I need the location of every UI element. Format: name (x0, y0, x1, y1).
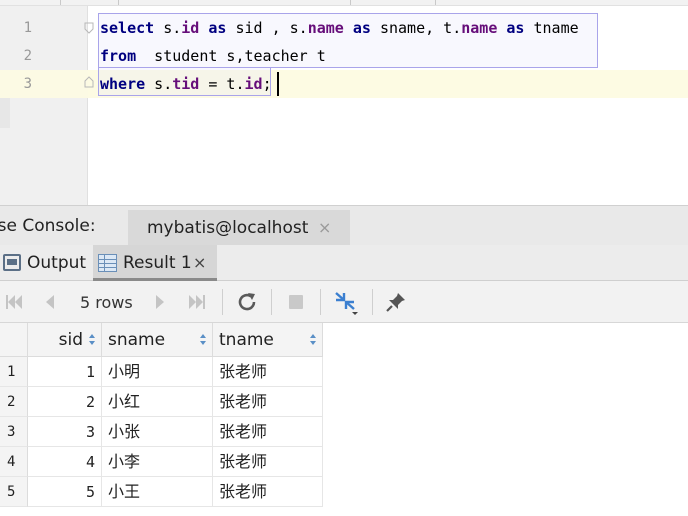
cell-sid[interactable]: 2 (28, 387, 102, 417)
console-tab-title: mybatis@localhost (147, 218, 309, 238)
fold-marker-icon[interactable] (84, 22, 94, 34)
toolbar-separator (222, 289, 223, 315)
results-toolbar: 5 rows (0, 281, 688, 323)
sql-field: id (244, 75, 263, 93)
sql-field: tid (172, 75, 200, 93)
cell-sid[interactable]: 1 (28, 357, 102, 387)
sort-icon[interactable] (89, 334, 96, 346)
next-page-icon[interactable] (148, 290, 172, 314)
code-line[interactable]: where s.tid = t.id; (100, 70, 272, 98)
sql-text: = t. (199, 75, 245, 93)
column-header-label: tname (219, 330, 274, 350)
sql-text: student s,teacher t (136, 47, 326, 65)
tab-result-label: Result 1 (123, 253, 192, 273)
tab-output-label: Output (27, 253, 87, 273)
cell-tname[interactable]: 张老师 (213, 447, 323, 477)
cell-tname[interactable]: 张老师 (213, 417, 323, 447)
table-grid-icon (98, 254, 117, 272)
sql-text: s. (154, 19, 182, 37)
sql-text: s. (145, 75, 173, 93)
row-number[interactable]: 2 (0, 387, 28, 417)
cell-sid[interactable]: 4 (28, 447, 102, 477)
row-number[interactable]: 5 (0, 477, 28, 507)
database-console-bar: abase Console: mybatis@localhost × (0, 205, 688, 246)
toolbar-separator (372, 289, 373, 315)
column-header-label: sid (58, 330, 83, 350)
view-mode-icon[interactable] (333, 290, 358, 315)
column-header-tname[interactable]: tname (213, 323, 323, 357)
row-number[interactable]: 3 (0, 417, 28, 447)
sql-keyword: as (352, 19, 371, 37)
cell-sid[interactable]: 5 (28, 477, 102, 507)
line-number: 3 (23, 76, 32, 92)
cell-tname[interactable]: 张老师 (213, 477, 323, 507)
cell-sid[interactable]: 3 (28, 417, 102, 447)
console-label: abase Console: (0, 216, 96, 236)
sql-keyword: from (100, 47, 137, 65)
sql-text: sname, t. (370, 19, 462, 37)
editor-top-strip (0, 0, 688, 6)
cell-sname[interactable]: 小王 (102, 477, 213, 507)
column-header-sid[interactable]: sid (28, 323, 102, 357)
line-number: 2 (23, 48, 32, 64)
row-number[interactable]: 1 (0, 357, 28, 387)
strip-divider (350, 0, 351, 5)
sql-editor[interactable]: 1 2 3 select s.id as sid , s.name as sna… (0, 0, 688, 205)
strip-divider (60, 0, 61, 5)
line-number: 1 (23, 20, 32, 36)
cell-sname[interactable]: 小李 (102, 447, 213, 477)
last-page-icon[interactable] (185, 290, 209, 314)
previous-page-icon[interactable] (38, 290, 62, 314)
close-icon[interactable]: × (193, 245, 206, 281)
code-line[interactable]: from student s,teacher t (100, 42, 326, 70)
console-tab-mybatis[interactable]: mybatis@localhost × (128, 210, 350, 246)
sql-field: id (181, 19, 200, 37)
reload-icon[interactable] (235, 290, 259, 314)
text-caret (277, 72, 279, 96)
toolbar-separator (320, 289, 321, 315)
sort-icon[interactable] (200, 334, 207, 346)
close-icon[interactable]: × (318, 210, 331, 246)
strip-divider (118, 0, 119, 5)
sql-keyword: as (506, 19, 525, 37)
cell-tname[interactable]: 张老师 (213, 387, 323, 417)
sql-keyword: select (100, 19, 155, 37)
cell-sname[interactable]: 小红 (102, 387, 213, 417)
sql-text: tname (524, 19, 579, 37)
row-number-header (0, 323, 28, 357)
output-console-icon (3, 254, 21, 271)
result-tabs-bar: Output Result 1 × (0, 245, 688, 281)
row-count[interactable]: 5 rows (80, 281, 133, 323)
column-header-sname[interactable]: sname (102, 323, 213, 357)
sort-icon[interactable] (310, 334, 317, 346)
cell-sname[interactable]: 小张 (102, 417, 213, 447)
code-line[interactable]: select s.id as sid , s.name as sname, t.… (100, 14, 579, 42)
sql-field: name (307, 19, 344, 37)
gutter-marker (0, 98, 10, 128)
results-grid: sid sname tname 1 1 小明 张老师 2 2 小红 张老师 3 3 小张 张老师 4 4 小… (0, 323, 688, 516)
sql-keyword: where (100, 75, 146, 93)
column-header-label: sname (108, 330, 166, 350)
sql-text: ; (262, 75, 272, 93)
stop-icon[interactable] (284, 290, 308, 314)
tab-output[interactable]: Output (0, 245, 88, 281)
toolbar-separator (271, 289, 272, 315)
cell-sname[interactable]: 小明 (102, 357, 213, 387)
fold-marker-icon[interactable] (84, 76, 94, 88)
pin-icon[interactable] (384, 290, 408, 314)
row-number[interactable]: 4 (0, 447, 28, 477)
sql-keyword: as (208, 19, 227, 37)
tab-result-1[interactable]: Result 1 × (93, 245, 217, 281)
first-page-icon[interactable] (2, 290, 26, 314)
cell-tname[interactable]: 张老师 (213, 357, 323, 387)
sql-field: name (461, 19, 498, 37)
sql-text: sid , s. (226, 19, 308, 37)
strip-divider (435, 0, 436, 5)
